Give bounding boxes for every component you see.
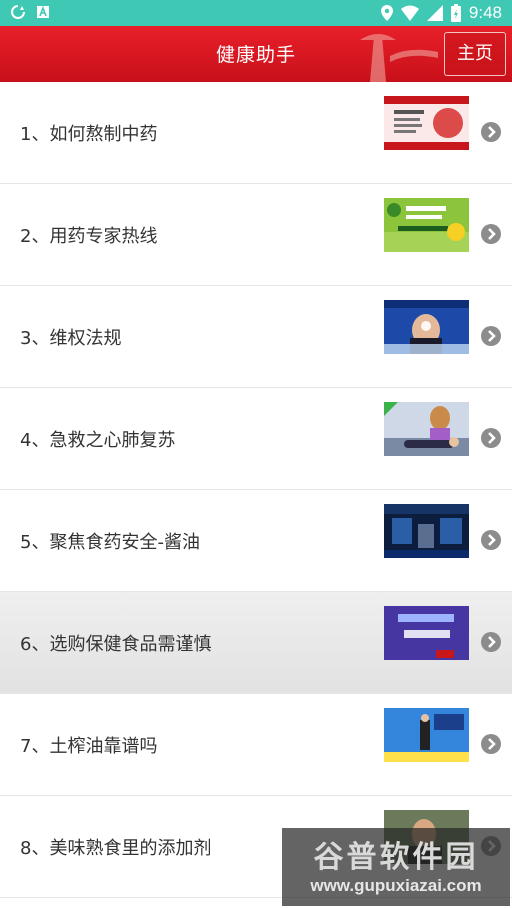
home-button[interactable]: 主页 bbox=[444, 32, 506, 76]
list-item-label: 4、急救之心肺复苏 bbox=[20, 430, 176, 451]
chevron-right-icon[interactable] bbox=[481, 326, 501, 346]
chevron-right-icon[interactable] bbox=[481, 224, 501, 244]
app-header: 健康助手 主页 bbox=[0, 26, 512, 82]
list-item[interactable]: 3、维权法规 bbox=[0, 286, 512, 388]
watermark-logo: 谷普软件园 bbox=[313, 840, 479, 875]
list-item-label: 8、美味熟食里的添加剂 bbox=[20, 838, 212, 859]
list-item-label: 5、聚焦食药安全-酱油 bbox=[20, 532, 200, 553]
list-item-label: 7、土榨油靠谱吗 bbox=[20, 736, 158, 757]
sync-icon bbox=[11, 5, 25, 19]
chevron-right-icon[interactable] bbox=[481, 428, 501, 448]
chevron-right-icon[interactable] bbox=[481, 122, 501, 142]
chevron-right-icon[interactable] bbox=[481, 530, 501, 550]
page-title: 健康助手 bbox=[215, 44, 296, 66]
list-item[interactable]: 2、用药专家热线 bbox=[0, 184, 512, 286]
list-item[interactable]: 6、选购保健食品需谨慎 bbox=[0, 592, 512, 694]
list-item[interactable]: 5、聚焦食药安全-酱油 bbox=[0, 490, 512, 592]
chevron-right-icon[interactable] bbox=[481, 632, 501, 652]
location-icon bbox=[380, 5, 393, 21]
thumbnail-image bbox=[384, 402, 469, 456]
status-bar: 9:48 bbox=[0, 0, 512, 26]
list-item[interactable]: 1、如何熬制中药 bbox=[0, 82, 512, 184]
thumbnail-image bbox=[384, 198, 469, 252]
list-item-label: 2、用药专家热线 bbox=[20, 226, 158, 247]
thumbnail-image bbox=[384, 606, 469, 660]
thumbnail-image bbox=[384, 708, 469, 762]
watermark-url: www.gupuxiazai.com bbox=[310, 876, 482, 895]
list-item[interactable]: 4、急救之心肺复苏 bbox=[0, 388, 512, 490]
chevron-right-icon[interactable] bbox=[481, 734, 501, 754]
list-item-label: 1、如何熬制中药 bbox=[20, 124, 158, 145]
thumbnail-image bbox=[384, 300, 469, 354]
thumbnail-image bbox=[384, 96, 469, 150]
list-item-label: 3、维权法规 bbox=[20, 328, 122, 349]
app-notification-icon bbox=[37, 5, 49, 18]
list-item-label: 6、选购保健食品需谨慎 bbox=[20, 634, 212, 655]
battery-icon bbox=[450, 4, 461, 22]
thumbnail-image bbox=[384, 504, 469, 558]
list-item[interactable]: 7、土榨油靠谱吗 bbox=[0, 694, 512, 796]
signal-icon bbox=[426, 5, 443, 21]
clock: 9:48 bbox=[468, 3, 502, 22]
wifi-icon bbox=[400, 5, 419, 21]
article-list: 1、如何熬制中药 2、用药专家热线 3、维权法规 4、急救之心肺复苏 5、聚焦食… bbox=[0, 82, 512, 898]
site-watermark: 谷普软件园 www.gupuxiazai.com bbox=[282, 828, 510, 906]
